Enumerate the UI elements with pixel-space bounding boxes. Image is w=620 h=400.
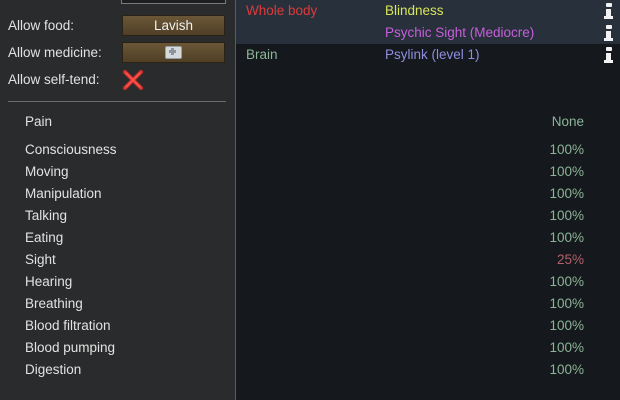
red-x-icon[interactable] [122, 69, 144, 91]
info-icon[interactable] [603, 47, 615, 65]
body-part-label: Brain [246, 47, 278, 62]
top-frame [121, 0, 226, 4]
allow-food-button[interactable]: Lavish [122, 15, 225, 36]
capacity-value: 100% [549, 164, 584, 179]
capacity-label: Hearing [25, 274, 73, 289]
hediff-label: Psylink (level 1) [385, 47, 480, 62]
capacity-label-pain: Pain [25, 114, 53, 129]
health-row-whole-body[interactable]: Whole body Blindness Psychic Sight (Medi… [236, 0, 620, 44]
capacity-value-pain: None [551, 114, 584, 129]
settings-divider [8, 101, 226, 102]
capacity-label: Eating [25, 230, 64, 245]
hediff-label: Blindness [385, 3, 444, 18]
capacity-value: 100% [549, 142, 584, 157]
health-row-brain[interactable]: Brain Psylink (level 1) [236, 44, 620, 66]
hediff-label: Psychic Sight (Mediocre) [385, 25, 535, 40]
capacity-value: 100% [549, 274, 584, 289]
capacity-value: 100% [549, 208, 584, 223]
capacity-label: Digestion [25, 362, 82, 377]
capacity-value: 100% [549, 318, 584, 333]
capacity-label: Blood filtration [25, 318, 111, 333]
allow-food-label: Allow food: [8, 18, 75, 33]
allow-self-tend-label: Allow self-tend: [8, 72, 100, 87]
capacity-label: Consciousness [25, 142, 117, 157]
info-icon[interactable] [603, 25, 615, 43]
capacity-value: 100% [549, 186, 584, 201]
capacity-value: 100% [549, 362, 584, 377]
capacity-value: 100% [549, 340, 584, 355]
capacity-label: Blood pumping [25, 340, 116, 355]
capacity-label: Moving [25, 164, 69, 179]
body-part-label: Whole body [246, 3, 318, 18]
capacity-label: Breathing [25, 296, 83, 311]
capacity-value: 100% [549, 296, 584, 311]
capacity-label: Sight [25, 252, 56, 267]
allow-food-value: Lavish [153, 18, 194, 33]
allow-medicine-label: Allow medicine: [8, 45, 102, 60]
info-icon[interactable] [603, 3, 615, 21]
capacity-value: 100% [549, 230, 584, 245]
capacity-label: Talking [25, 208, 68, 223]
allow-medicine-button[interactable] [122, 42, 225, 63]
capacity-value: 25% [556, 252, 584, 267]
capacity-label: Manipulation [25, 186, 102, 201]
medicine-kit-icon [165, 46, 182, 59]
